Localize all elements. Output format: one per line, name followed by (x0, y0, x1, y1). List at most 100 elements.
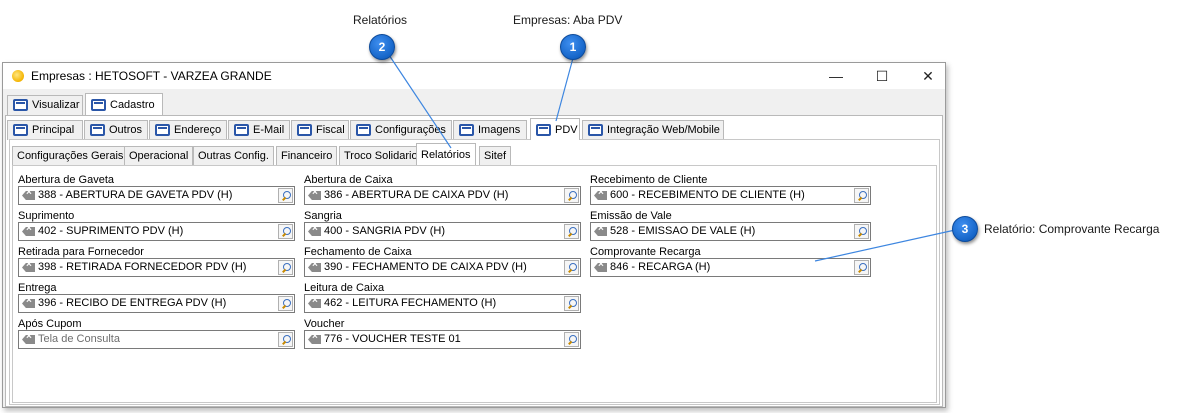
close-button[interactable]: ✕ (913, 67, 943, 85)
magnifier-search-icon[interactable] (278, 332, 293, 347)
magnifier-search-icon[interactable] (564, 296, 579, 311)
window-tab-icon (297, 124, 312, 136)
subtab-troco-solidario[interactable]: Troco Solidario (339, 146, 423, 165)
tab-fiscal[interactable]: Fiscal (291, 120, 349, 140)
label-emissao-vale: Emissão de Vale (590, 210, 672, 222)
window-tab-icon (459, 124, 474, 136)
cadastro-panel: Principal Outros Endereço E-Mail Fiscal … (5, 115, 943, 407)
tab-label: Endereço (174, 124, 222, 136)
callout-1-bubble: 1 (560, 34, 586, 60)
tab-label: Configurações (375, 124, 446, 136)
lookup-voucher[interactable]: 776 - VOUCHER TESTE 01 (304, 330, 581, 349)
subtab-financeiro[interactable]: Financeiro (276, 146, 338, 165)
label-suprimento: Suprimento (18, 210, 75, 222)
tab-integracao[interactable]: Integração Web/Mobile (582, 120, 724, 140)
tab-label: Imagens (478, 124, 521, 136)
tab-label: Fiscal (316, 124, 345, 136)
window-tab-icon (588, 124, 603, 136)
app-sun-icon (12, 70, 24, 82)
magnifier-search-icon[interactable] (564, 332, 579, 347)
tab-visualizar[interactable]: Visualizar (7, 95, 83, 115)
lookup-emissao-vale[interactable]: 528 - EMISSAO DE VALE (H) (590, 222, 871, 241)
magnifier-search-icon[interactable] (278, 188, 293, 203)
maximize-button[interactable]: ☐ (867, 67, 897, 85)
magnifier-search-icon[interactable] (278, 260, 293, 275)
magnifier-search-icon[interactable] (278, 296, 293, 311)
clear-field-icon[interactable] (594, 263, 607, 272)
callout-1-label: Empresas: Aba PDV (513, 13, 623, 27)
lookup-suprimento[interactable]: 402 - SUPRIMENTO PDV (H) (18, 222, 295, 241)
tab-label: Outros (109, 124, 143, 136)
subtab-relatorios[interactable]: Relatórios (416, 143, 476, 165)
window-tab-icon (13, 124, 28, 136)
magnifier-search-icon[interactable] (278, 224, 293, 239)
lookup-value: 846 - RECARGA (H) (610, 261, 711, 273)
clear-field-icon[interactable] (22, 191, 35, 200)
subtab-operacional[interactable]: Operacional (124, 146, 194, 165)
callout-3-bubble: 3 (952, 216, 978, 242)
lookup-comprovante-recarga[interactable]: 846 - RECARGA (H) (590, 258, 871, 277)
label-retirada-fornecedor: Retirada para Fornecedor (18, 246, 144, 258)
window-tab-icon (13, 99, 28, 111)
subtab-outras-config[interactable]: Outras Config. (193, 146, 274, 165)
tab-pdv[interactable]: PDV (530, 118, 580, 140)
magnifier-search-icon[interactable] (564, 188, 579, 203)
clear-field-icon[interactable] (308, 299, 321, 308)
tab-email[interactable]: E-Mail (228, 120, 290, 140)
magnifier-search-icon[interactable] (854, 224, 869, 239)
tab-configuracoes[interactable]: Configurações (350, 120, 452, 140)
magnifier-search-icon[interactable] (564, 224, 579, 239)
subtab-configuracoes-gerais[interactable]: Configurações Gerais (12, 146, 129, 165)
lookup-value: 386 - ABERTURA DE CAIXA PDV (H) (324, 189, 509, 201)
tab-cadastro[interactable]: Cadastro (85, 93, 163, 115)
clear-field-icon[interactable] (22, 299, 35, 308)
lookup-abertura-gaveta[interactable]: 388 - ABERTURA DE GAVETA PDV (H) (18, 186, 295, 205)
lookup-fechamento-caixa[interactable]: 390 - FECHAMENTO DE CAIXA PDV (H) (304, 258, 581, 277)
clear-field-icon[interactable] (594, 191, 607, 200)
label-leitura-caixa: Leitura de Caixa (304, 282, 385, 294)
clear-field-icon[interactable] (22, 227, 35, 236)
label-recebimento-cliente: Recebimento de Cliente (590, 174, 708, 186)
lookup-apos-cupom[interactable]: Tela de Consulta (18, 330, 295, 349)
lookup-entrega[interactable]: 396 - RECIBO DE ENTREGA PDV (H) (18, 294, 295, 313)
label-fechamento-caixa: Fechamento de Caixa (304, 246, 412, 258)
lookup-value: 400 - SANGRIA PDV (H) (324, 225, 446, 237)
clear-field-icon[interactable] (22, 263, 35, 272)
magnifier-search-icon[interactable] (854, 260, 869, 275)
lookup-sangria[interactable]: 400 - SANGRIA PDV (H) (304, 222, 581, 241)
lookup-value: 776 - VOUCHER TESTE 01 (324, 333, 461, 345)
lookup-value: 396 - RECIBO DE ENTREGA PDV (H) (38, 297, 227, 309)
magnifier-search-icon[interactable] (564, 260, 579, 275)
lookup-abertura-caixa[interactable]: 386 - ABERTURA DE CAIXA PDV (H) (304, 186, 581, 205)
lookup-retirada-fornecedor[interactable]: 398 - RETIRADA FORNECEDOR PDV (H) (18, 258, 295, 277)
lookup-placeholder: Tela de Consulta (38, 333, 120, 345)
label-abertura-caixa: Abertura de Caixa (304, 174, 393, 186)
minimize-button[interactable]: — (821, 67, 851, 85)
magnifier-search-icon[interactable] (854, 188, 869, 203)
pdv-panel: Configurações Gerais Operacional Outras … (9, 139, 940, 405)
label-sangria: Sangria (304, 210, 342, 222)
callout-3-label: Relatório: Comprovante Recarga (984, 222, 1160, 236)
tab-outros[interactable]: Outros (84, 120, 148, 140)
window-tab-icon (536, 124, 551, 136)
tab-endereco[interactable]: Endereço (149, 120, 227, 140)
clear-field-icon[interactable] (308, 263, 321, 272)
empresas-window: Empresas : HETOSOFT - VARZEA GRANDE — ☐ … (2, 62, 946, 408)
tab-label: Visualizar (32, 99, 80, 111)
tab-label: PDV (555, 124, 578, 136)
clear-field-icon[interactable] (308, 227, 321, 236)
clear-field-icon[interactable] (308, 191, 321, 200)
callout-2-bubble: 2 (369, 34, 395, 60)
lookup-leitura-caixa[interactable]: 462 - LEITURA FECHAMENTO (H) (304, 294, 581, 313)
label-comprovante-recarga: Comprovante Recarga (590, 246, 701, 258)
subtab-sitef[interactable]: Sitef (479, 146, 512, 165)
tab-principal[interactable]: Principal (7, 120, 83, 140)
lookup-value: 390 - FECHAMENTO DE CAIXA PDV (H) (324, 261, 527, 273)
clear-field-icon[interactable] (22, 335, 35, 344)
clear-field-icon[interactable] (308, 335, 321, 344)
lookup-recebimento-cliente[interactable]: 600 - RECEBIMENTO DE CLIENTE (H) (590, 186, 871, 205)
tab-imagens[interactable]: Imagens (453, 120, 527, 140)
lookup-value: 388 - ABERTURA DE GAVETA PDV (H) (38, 189, 233, 201)
label-entrega: Entrega (18, 282, 57, 294)
clear-field-icon[interactable] (594, 227, 607, 236)
